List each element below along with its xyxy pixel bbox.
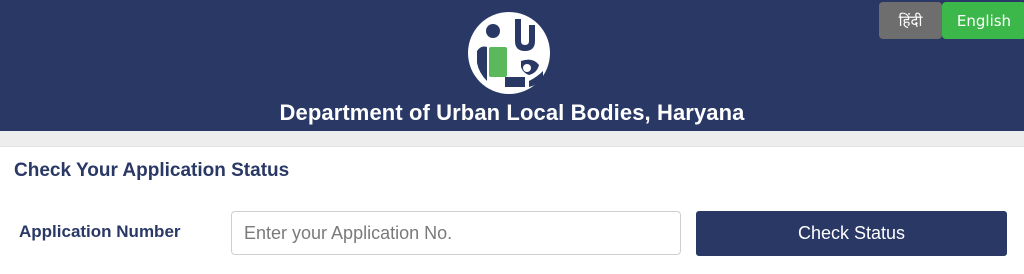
site-header: Department of Urban Local Bodies, Haryan… <box>0 0 1024 131</box>
panel-heading: Check Your Application Status <box>14 160 290 181</box>
ulb-logo-icon <box>468 12 550 94</box>
check-status-button[interactable]: Check Status <box>696 211 1007 256</box>
application-number-input[interactable] <box>231 211 681 255</box>
department-title: Department of Urban Local Bodies, Haryan… <box>279 100 745 125</box>
english-language-button[interactable]: English <box>942 2 1024 39</box>
application-status-panel: Check Your Application Status Applicatio… <box>0 146 1024 274</box>
application-number-label: Application Number <box>19 222 181 241</box>
hindi-language-button[interactable]: हिंदी <box>879 2 942 39</box>
